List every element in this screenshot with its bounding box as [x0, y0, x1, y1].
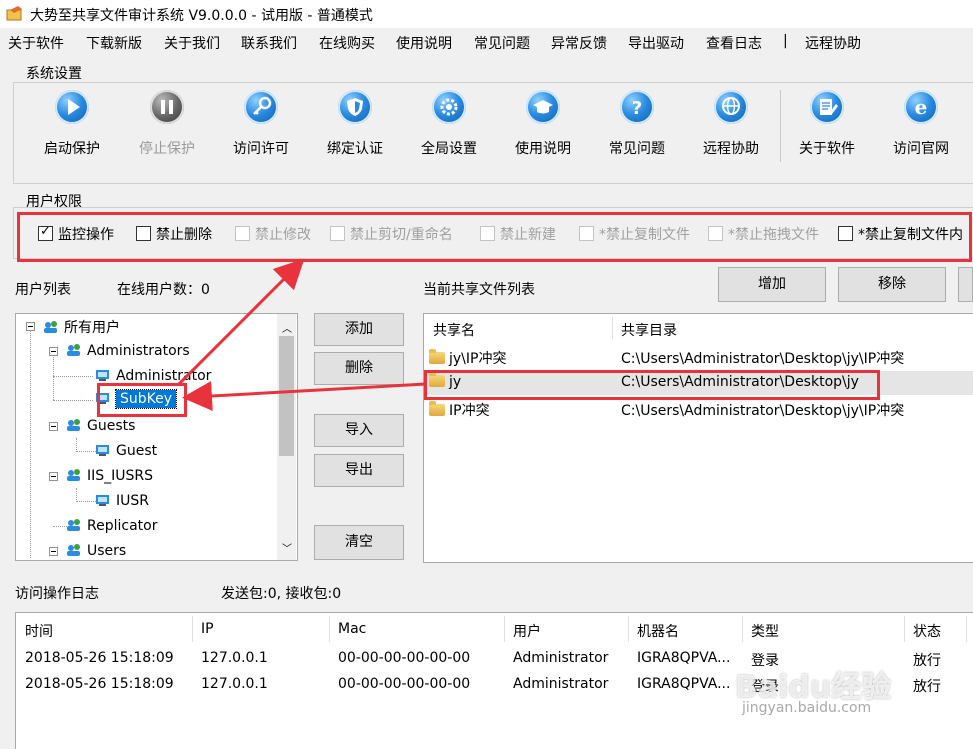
column-divider[interactable] [966, 616, 967, 642]
log-row-2-machine[interactable]: IGRA8QPVA... [637, 676, 730, 692]
log-row-1-user[interactable]: Administrator [513, 650, 608, 666]
log-row-2-mac[interactable]: 00-00-00-00-00-00 [338, 676, 470, 692]
column-divider[interactable] [329, 616, 330, 642]
log-col-time[interactable]: 时间 [25, 621, 53, 641]
log-row-1-time[interactable]: 2018-05-26 15:18:09 [25, 650, 174, 666]
log-col-status[interactable]: 状态 [913, 621, 941, 641]
log-row-2-user[interactable]: Administrator [513, 676, 608, 692]
column-divider[interactable] [904, 616, 905, 642]
baidu-watermark-url: jingyan.baidu.com [742, 700, 872, 716]
log-col-user[interactable]: 用户 [513, 621, 541, 641]
log-row-1-mac[interactable]: 00-00-00-00-00-00 [338, 650, 470, 666]
log-col-mac[interactable]: Mac [338, 621, 366, 637]
log-col-machine[interactable]: 机器名 [637, 621, 679, 641]
column-divider[interactable] [628, 616, 629, 642]
log-label: 访问操作日志 [15, 586, 99, 602]
log-row-2-time[interactable]: 2018-05-26 15:18:09 [25, 676, 174, 692]
log-col-ip[interactable]: IP [201, 621, 214, 637]
log-col-type[interactable]: 类型 [751, 621, 779, 641]
column-divider[interactable] [192, 616, 193, 642]
column-divider[interactable] [504, 616, 505, 642]
log-row-2-ip[interactable]: 127.0.0.1 [201, 676, 268, 692]
log-row-1-ip[interactable]: 127.0.0.1 [201, 650, 268, 666]
column-divider[interactable] [742, 616, 743, 642]
log-row-1-machine[interactable]: IGRA8QPVA... [637, 650, 730, 666]
log-packet-stats: 发送包:0, 接收包:0 [221, 586, 342, 602]
